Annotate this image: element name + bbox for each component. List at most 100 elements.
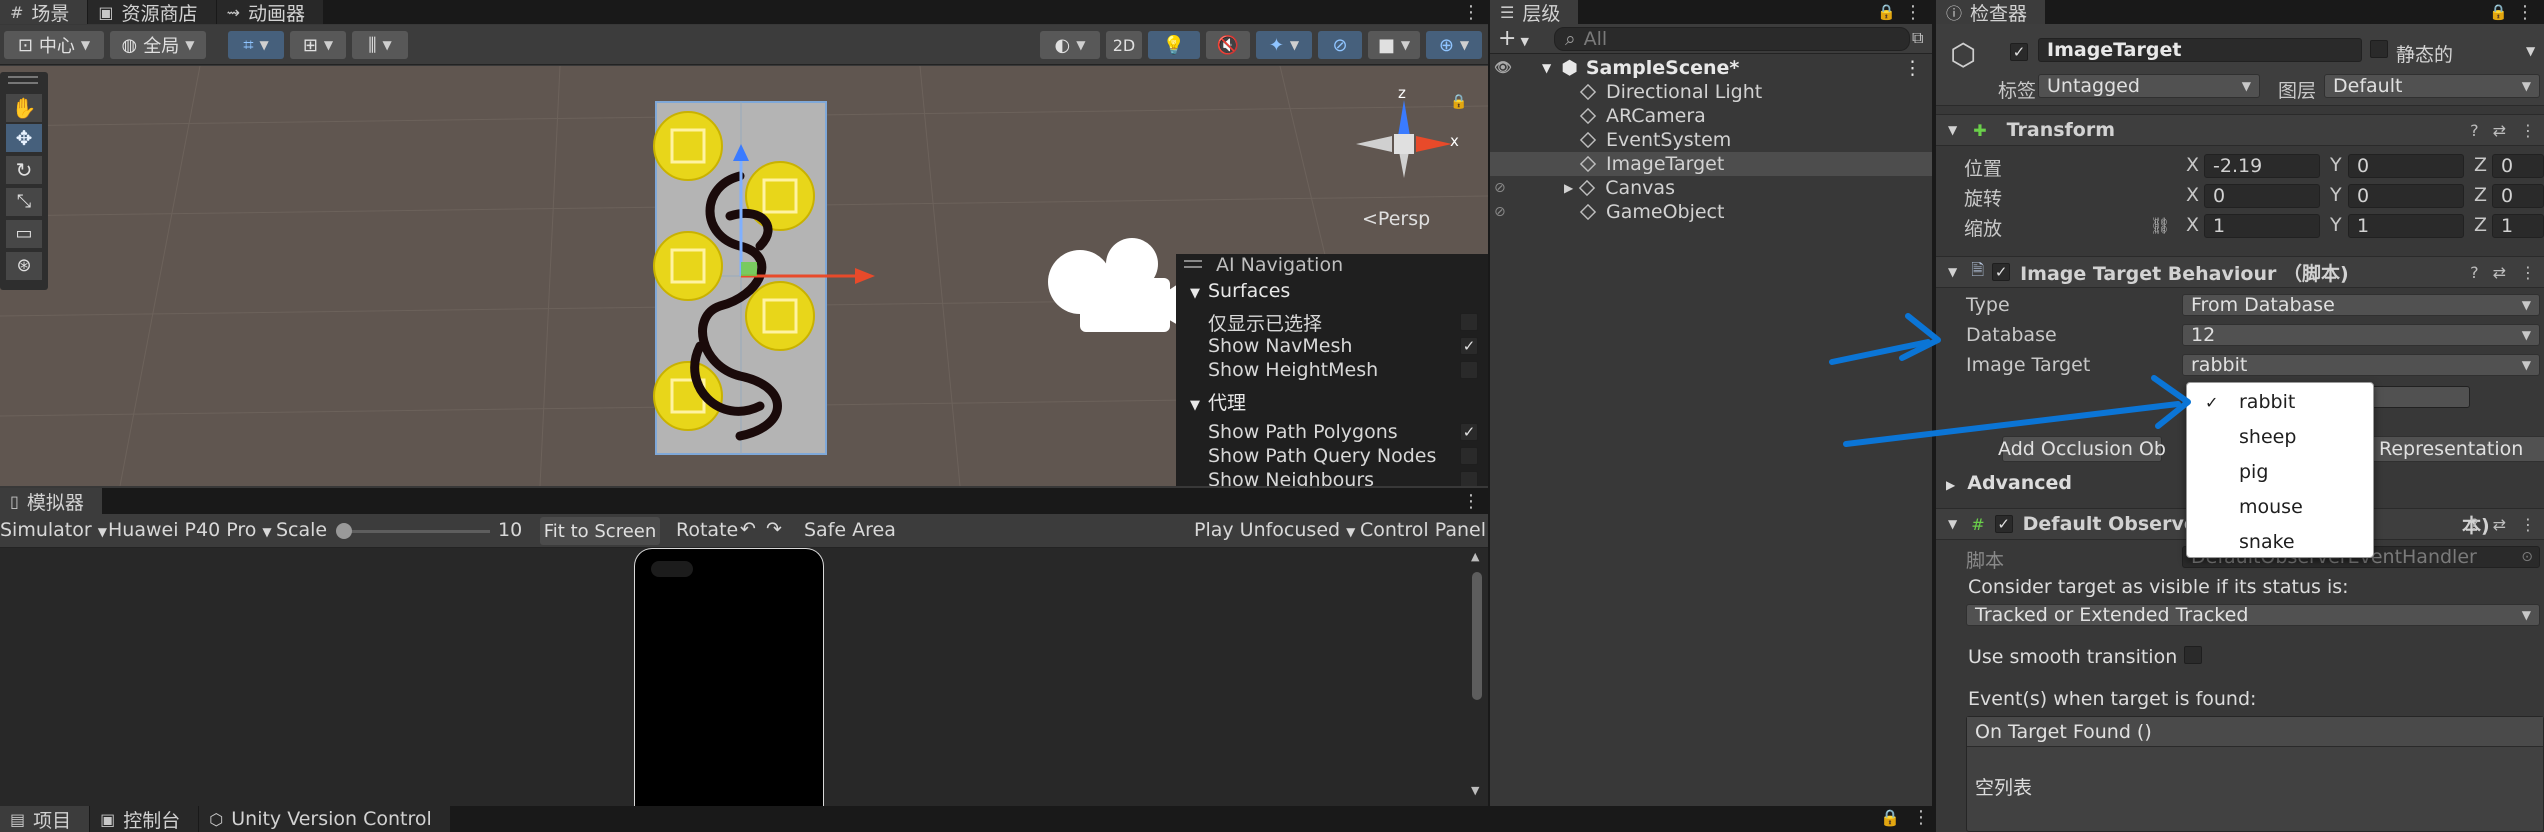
grid-snap-button[interactable]: ⌗ ▼ bbox=[228, 31, 284, 59]
hand-tool-icon[interactable]: ✋ bbox=[6, 94, 42, 122]
search-options-icon[interactable]: ⧉ bbox=[1912, 28, 1923, 48]
bottom-menu-icon[interactable]: ⋮ bbox=[1912, 807, 1930, 828]
preset-icon[interactable]: ⇄ bbox=[2493, 515, 2506, 534]
hierarchy-search-input[interactable]: ⌕ All bbox=[1554, 27, 1910, 51]
tree-row-gameobject[interactable]: ⊘ GameObject bbox=[1490, 200, 1932, 224]
component-enabled-checkbox[interactable]: ✓ bbox=[1992, 263, 2011, 281]
add-occlusion-button-left[interactable]: Add Occlusion Ob bbox=[1998, 436, 2166, 462]
control-panel-button[interactable]: Control Panel bbox=[1360, 519, 1486, 541]
nav-surface-item-1[interactable]: Show NavMesh ✓ bbox=[1208, 334, 1478, 358]
object-picker-icon[interactable]: ⊙ bbox=[2521, 549, 2533, 565]
object-name-field[interactable]: ImageTarget bbox=[2038, 38, 2362, 62]
component-menu-icon[interactable]: ⋮ bbox=[2520, 263, 2536, 282]
nav-agent-item-0[interactable]: Show Path Polygons ✓ bbox=[1208, 420, 1478, 444]
tree-row-scene[interactable]: 👁 ▼ ⬢ SampleScene* ⋮ bbox=[1490, 56, 1932, 80]
nav-agent-item-1[interactable]: Show Path Query Nodes bbox=[1208, 444, 1478, 468]
persp-label[interactable]: <Persp bbox=[1362, 208, 1430, 230]
inspector-lock-icon[interactable]: 🔒 bbox=[2489, 0, 2508, 24]
add-occlusion-button-right[interactable]: Representation bbox=[2370, 436, 2544, 462]
layer-dropdown[interactable]: Default ▼ bbox=[2324, 74, 2540, 98]
agent-header[interactable]: ▼ 代理 bbox=[1190, 388, 1246, 415]
rotation-y-field[interactable]: 0 bbox=[2348, 184, 2464, 208]
snap-increment-button[interactable]: ⊞ ▼ bbox=[290, 31, 346, 59]
scene-viewport[interactable]: x z 🔒 <Persp ✋ ✥ ↻ ⤡ ▭ ⊛ AI Navigation ▼… bbox=[0, 66, 1488, 486]
checkbox[interactable] bbox=[1460, 447, 1478, 465]
checkbox[interactable] bbox=[1460, 361, 1478, 379]
move-tool-icon[interactable]: ✥ bbox=[6, 124, 42, 152]
nav-agent-item-2[interactable]: Show Neighbours bbox=[1208, 468, 1478, 486]
checkbox-checked[interactable]: ✓ bbox=[1460, 337, 1478, 355]
scale-tool-icon[interactable]: ⤡ bbox=[6, 188, 42, 216]
transform-header[interactable]: ▼ ✚ Transform ? ⇄ ⋮ bbox=[1936, 114, 2544, 146]
simulator-scrollbar[interactable]: ▲ ▼ bbox=[1470, 550, 1484, 800]
simulator-mode-dropdown[interactable]: Simulator ▼ bbox=[0, 519, 107, 541]
scene-menu-icon[interactable]: ⋮ bbox=[1462, 0, 1480, 24]
tree-row-directional-light[interactable]: Directional Light bbox=[1490, 80, 1932, 104]
active-checkbox[interactable]: ✓ bbox=[2010, 40, 2028, 62]
option-snake[interactable]: snake bbox=[2187, 525, 2373, 559]
smooth-transition-checkbox[interactable] bbox=[2184, 646, 2202, 669]
tree-row-canvas[interactable]: ⊘ ▶ Canvas bbox=[1490, 176, 1932, 200]
option-sheep[interactable]: sheep bbox=[2187, 420, 2373, 454]
space-dropdown[interactable]: ◍ 全局 ▼ bbox=[110, 31, 206, 59]
option-rabbit[interactable]: ✓ rabbit bbox=[2187, 385, 2373, 419]
simulator-menu-icon[interactable]: ⋮ bbox=[1462, 489, 1480, 513]
checkbox[interactable] bbox=[1460, 313, 1478, 331]
tab-console[interactable]: ▣ 控制台 bbox=[90, 806, 200, 832]
tab-animator[interactable]: ⇝ 动画器 bbox=[216, 0, 324, 25]
option-pig[interactable]: pig bbox=[2187, 455, 2373, 489]
rotate-right-icon[interactable]: ↷ bbox=[766, 518, 782, 540]
visibility-toggle[interactable]: ⊘ bbox=[1318, 31, 1362, 59]
tab-simulator[interactable]: ▯ 模拟器 bbox=[0, 488, 103, 514]
play-mode-dropdown[interactable]: Play Unfocused ▼ bbox=[1194, 519, 1355, 541]
position-x-field[interactable]: -2.19 bbox=[2204, 154, 2320, 178]
device-dropdown[interactable]: Huawei P40 Pro ▼ bbox=[108, 519, 272, 541]
eye-icon[interactable]: 👁 bbox=[1494, 60, 1512, 76]
scroll-up-arrow[interactable]: ▲ bbox=[1471, 550, 1479, 563]
scale-x-field[interactable]: 1 bbox=[2204, 214, 2320, 238]
overlay-grip-icon[interactable] bbox=[1184, 260, 1202, 268]
advanced-foldout[interactable]: ▶ Advanced bbox=[1946, 472, 2072, 494]
scale-slider-thumb[interactable] bbox=[336, 523, 352, 539]
constrain-proportions-icon[interactable]: ⛓ bbox=[2150, 216, 2170, 235]
surfaces-header[interactable]: ▼ Surfaces bbox=[1190, 280, 1290, 302]
fit-to-screen-button[interactable]: Fit to Screen bbox=[540, 517, 660, 545]
tree-row-imagetarget[interactable]: ImageTarget bbox=[1490, 152, 1932, 176]
database-dropdown[interactable]: 12 ▼ bbox=[2182, 324, 2540, 346]
hierarchy-menu-icon[interactable]: ⋮ bbox=[1904, 0, 1922, 24]
camera-settings[interactable]: ■ ▼ bbox=[1368, 31, 1420, 59]
position-y-field[interactable]: 0 bbox=[2348, 154, 2464, 178]
tab-project[interactable]: ▤ 项目 bbox=[0, 806, 91, 832]
draw-mode-button[interactable]: ◐ ▼ bbox=[1040, 31, 1100, 59]
nav-surface-item-2[interactable]: Show HeightMesh bbox=[1208, 358, 1478, 382]
option-mouse[interactable]: mouse bbox=[2187, 490, 2373, 524]
lighting-toggle[interactable]: 💡 bbox=[1148, 31, 1200, 59]
tab-inspector[interactable]: ⓘ 检查器 bbox=[1936, 0, 2047, 25]
scale-y-field[interactable]: 1 bbox=[2348, 214, 2464, 238]
checkbox[interactable] bbox=[1460, 471, 1478, 486]
hierarchy-lock-icon[interactable]: 🔒 bbox=[1877, 0, 1896, 24]
hidden-eye-icon[interactable]: ⊘ bbox=[1494, 204, 1506, 220]
rect-tool-icon[interactable]: ▭ bbox=[6, 220, 42, 248]
scale-slider-track[interactable] bbox=[340, 530, 490, 533]
tab-scene[interactable]: # 场景 bbox=[0, 0, 89, 25]
camera-gizmo-icon[interactable] bbox=[1048, 238, 1190, 332]
nav-surface-item-0[interactable]: 仅显示已选择 bbox=[1208, 310, 1478, 335]
orientation-gizmo[interactable]: x z 🔒 bbox=[1356, 84, 1467, 178]
visible-status-dropdown[interactable]: Tracked or Extended Tracked ▼ bbox=[1966, 604, 2540, 626]
rotate-left-icon[interactable]: ↶ bbox=[740, 518, 756, 540]
expand-arrow-icon[interactable]: ▶ bbox=[1564, 181, 1573, 195]
scene-menu-icon[interactable]: ⋮ bbox=[1903, 57, 1922, 79]
tag-dropdown[interactable]: Untagged ▼ bbox=[2038, 74, 2260, 98]
type-dropdown[interactable]: From Database ▼ bbox=[2182, 294, 2540, 316]
scale-z-field[interactable]: 1 bbox=[2492, 214, 2544, 238]
inspector-menu-icon[interactable]: ⋮ bbox=[2516, 0, 2534, 24]
audio-toggle[interactable]: 🔇 bbox=[1206, 31, 1250, 59]
help-icon[interactable]: ? bbox=[2470, 121, 2479, 140]
scroll-down-arrow[interactable]: ▼ bbox=[1471, 784, 1479, 797]
transform-tool-icon[interactable]: ⊛ bbox=[6, 252, 42, 280]
checkbox-checked[interactable]: ✓ bbox=[1460, 423, 1478, 441]
rotate-tool-icon[interactable]: ↻ bbox=[6, 156, 42, 184]
mode-2d-button[interactable]: 2D bbox=[1106, 31, 1142, 59]
palette-grip[interactable] bbox=[8, 76, 38, 84]
